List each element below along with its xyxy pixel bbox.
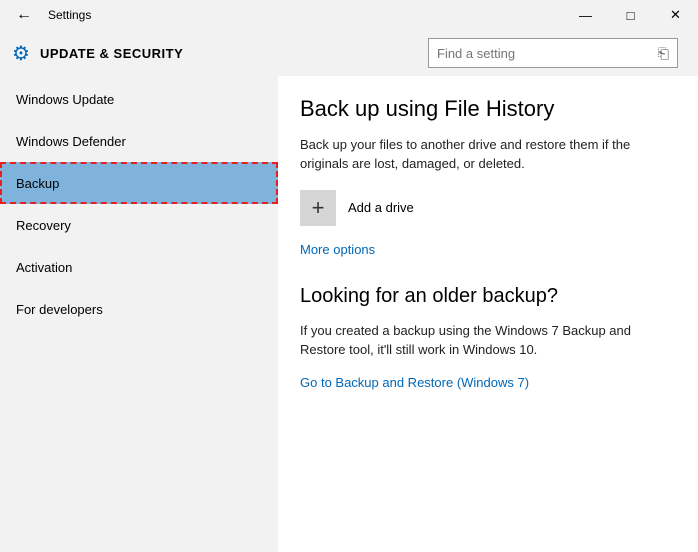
body: Windows Update Windows Defender Backup R… xyxy=(0,76,698,552)
app-title: Settings xyxy=(48,8,91,22)
content-pane: Back up using File History Back up your … xyxy=(278,76,698,552)
sidebar-item-label: Activation xyxy=(16,260,72,275)
back-arrow-icon[interactable]: ← xyxy=(12,6,36,24)
titlebar: ← Settings — □ ✕ xyxy=(0,0,698,30)
paragraph-file-history: Back up your files to another drive and … xyxy=(300,136,670,174)
sidebar-item-backup[interactable]: Backup xyxy=(0,162,278,204)
sidebar-item-for-developers[interactable]: For developers xyxy=(0,288,278,330)
header-row: ⚙ UPDATE & SECURITY ⎗ xyxy=(0,30,698,76)
sidebar-item-label: Windows Defender xyxy=(16,134,126,149)
minimize-button[interactable]: — xyxy=(563,0,608,30)
backup-restore-w7-link[interactable]: Go to Backup and Restore (Windows 7) xyxy=(300,375,529,390)
sidebar-item-activation[interactable]: Activation xyxy=(0,246,278,288)
window-controls: — □ ✕ xyxy=(563,0,698,30)
sidebar-item-label: For developers xyxy=(16,302,103,317)
add-drive-row: + Add a drive xyxy=(300,190,670,226)
sidebar-item-recovery[interactable]: Recovery xyxy=(0,204,278,246)
gear-icon: ⚙ xyxy=(12,41,30,66)
maximize-button[interactable]: □ xyxy=(608,0,653,30)
heading-file-history: Back up using File History xyxy=(300,96,670,122)
heading-older-backup: Looking for an older backup? xyxy=(300,285,670,308)
sidebar-item-label: Windows Update xyxy=(16,92,114,107)
search-icon[interactable]: ⎗ xyxy=(658,45,669,62)
add-drive-label: Add a drive xyxy=(348,200,414,215)
plus-icon: + xyxy=(312,195,325,221)
sidebar: Windows Update Windows Defender Backup R… xyxy=(0,76,278,552)
close-button[interactable]: ✕ xyxy=(653,0,698,30)
sidebar-item-label: Backup xyxy=(16,176,59,191)
more-options-link[interactable]: More options xyxy=(300,242,375,257)
section-title: UPDATE & SECURITY xyxy=(40,46,183,61)
paragraph-older-backup: If you created a backup using the Window… xyxy=(300,322,670,360)
sidebar-item-windows-defender[interactable]: Windows Defender xyxy=(0,120,278,162)
add-drive-button[interactable]: + xyxy=(300,190,336,226)
search-input[interactable] xyxy=(437,46,658,61)
sidebar-item-label: Recovery xyxy=(16,218,71,233)
sidebar-item-windows-update[interactable]: Windows Update xyxy=(0,78,278,120)
search-box[interactable]: ⎗ xyxy=(428,38,678,68)
